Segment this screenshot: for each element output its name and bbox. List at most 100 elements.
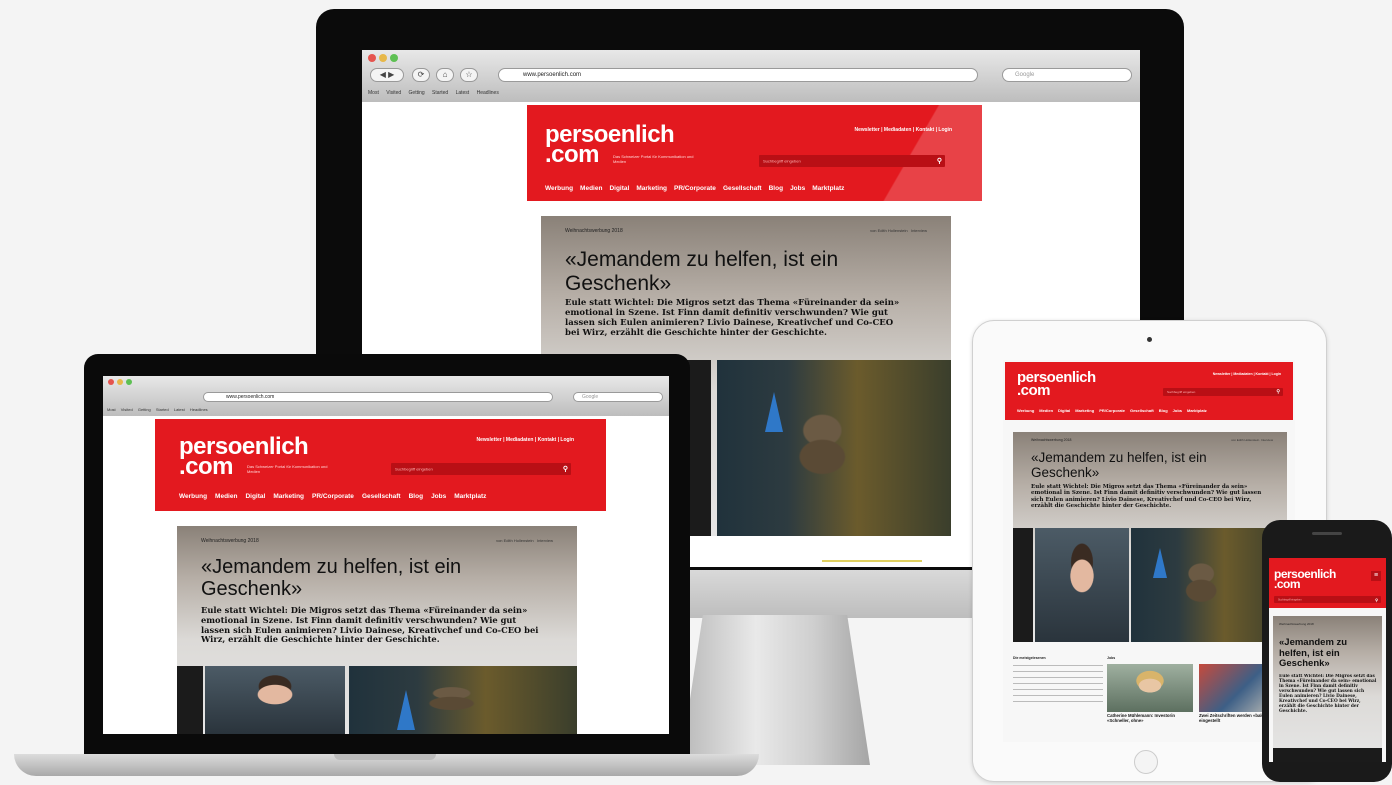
site-search-input[interactable]: Suchbegriff eingeben ⚲ xyxy=(1163,388,1283,396)
header-toplinks[interactable]: Newsletter | Mediadaten | Kontakt | Logi… xyxy=(854,127,952,133)
site-header: persoenlich .com ≡ Suchbegriff eingeben … xyxy=(1269,558,1386,608)
byline-author: von Edith Hollenstein xyxy=(496,538,534,543)
address-bar[interactable]: www.persoenlich.com xyxy=(498,68,978,82)
nav-item-marktplatz[interactable]: Marktplatz xyxy=(454,493,486,500)
minimize-icon[interactable] xyxy=(379,54,387,62)
minimize-icon[interactable] xyxy=(117,379,123,385)
article-headline[interactable]: «Jemandem zu helfen, ist ein Geschenk» xyxy=(1279,637,1374,670)
nav-item-digital[interactable]: Digital xyxy=(609,185,629,192)
site-logo[interactable]: persoenlich .com xyxy=(1017,370,1096,397)
site-search-input[interactable]: Suchbegriff eingeben ⚲ xyxy=(1274,596,1381,603)
macbook-notch xyxy=(334,754,436,760)
search-icon[interactable]: ⚲ xyxy=(563,465,568,473)
nav-item-blog[interactable]: Blog xyxy=(409,493,423,500)
nav-item-marketing[interactable]: Marketing xyxy=(273,493,304,500)
header-shade xyxy=(872,105,982,201)
nav-item-marktplatz[interactable]: Marktplatz xyxy=(812,185,844,192)
reload-button[interactable]: ⟳ xyxy=(412,68,430,82)
search-placeholder: Suchbegriff eingeben xyxy=(763,158,801,164)
address-bar[interactable]: www.persoenlich.com xyxy=(203,392,553,402)
site-search-input[interactable]: Suchbegriff eingeben ⚲ xyxy=(759,155,945,167)
site-tagline: Das Schweizer Portal für Kommunikation u… xyxy=(247,464,328,474)
article-headline[interactable]: «Jemandem zu helfen, ist ein Geschenk» xyxy=(201,556,521,601)
nav-item-werbung[interactable]: Werbung xyxy=(1017,408,1034,413)
close-icon[interactable] xyxy=(368,54,376,62)
site-search-input[interactable]: Suchbegriff eingeben ⚲ xyxy=(391,463,571,475)
home-button[interactable]: ⌂ xyxy=(436,68,454,82)
article-lead: Eule statt Wichtel: Die Migros setzt das… xyxy=(565,298,900,339)
header-toplinks[interactable]: Newsletter | Mediadaten | Kontakt | Logi… xyxy=(476,437,574,443)
nav-item-digital[interactable]: Digital xyxy=(245,493,265,500)
bookmark-latest-headlines[interactable]: Latest Headlines xyxy=(456,90,499,96)
teaser-photo-woman[interactable] xyxy=(1107,664,1193,712)
window-controls xyxy=(368,54,398,62)
bookmark-most-visited[interactable]: Most Visited xyxy=(107,407,133,412)
nav-item-jobs[interactable]: Jobs xyxy=(790,185,805,192)
bookmark-button[interactable]: ☆ xyxy=(460,68,478,82)
article-photo-owl xyxy=(717,360,951,536)
bookmark-getting-started[interactable]: Getting Started xyxy=(409,90,449,96)
nav-item-pr-corporate[interactable]: PR/Corporate xyxy=(674,185,716,192)
byline-tag: Interview xyxy=(1260,438,1273,442)
nav-item-gesellschaft[interactable]: Gesellschaft xyxy=(1130,408,1154,413)
site-header: persoenlich .com Das Schweizer Portal fü… xyxy=(155,419,606,511)
nav-item-gesellschaft[interactable]: Gesellschaft xyxy=(362,493,401,500)
list-divider xyxy=(1013,671,1103,672)
article-kicker: Weihnachtswerbung 2018 xyxy=(1279,622,1314,626)
nav-item-medien[interactable]: Medien xyxy=(580,185,602,192)
nav-item-gesellschaft[interactable]: Gesellschaft xyxy=(723,185,762,192)
window-controls xyxy=(108,379,132,385)
browser-search-input[interactable]: Google xyxy=(573,392,663,402)
jobs-list: Jobs xyxy=(1107,656,1201,660)
site-nav: Werbung Medien Digital Marketing PR/Corp… xyxy=(179,493,486,500)
teaser-title-1[interactable]: Catherine Mühlemann: Investorin «Schnell… xyxy=(1107,713,1195,724)
nav-item-blog[interactable]: Blog xyxy=(1159,408,1168,413)
nav-item-werbung[interactable]: Werbung xyxy=(179,493,207,500)
nav-item-marketing[interactable]: Marketing xyxy=(1075,408,1094,413)
imac-browser-toolbar: ◀ ▶ ⟳ ⌂ ☆ www.persoenlich.com Google Mos… xyxy=(362,50,1140,102)
article-headline[interactable]: «Jemandem zu helfen, ist ein Geschenk» xyxy=(565,248,885,295)
nav-item-jobs[interactable]: Jobs xyxy=(1173,408,1182,413)
nav-item-marketing[interactable]: Marketing xyxy=(636,185,667,192)
nav-item-pr-corporate[interactable]: PR/Corporate xyxy=(1099,408,1125,413)
header-toplinks[interactable]: Newsletter | Mediadaten | Kontakt | Logi… xyxy=(1213,372,1281,376)
site-header: persoenlich .com Das Schweizer Portal fü… xyxy=(527,105,982,201)
nav-item-werbung[interactable]: Werbung xyxy=(545,185,573,192)
search-icon[interactable]: ⚲ xyxy=(1375,597,1378,602)
iphone-speaker xyxy=(1312,532,1342,535)
back-button[interactable]: ◀ ▶ xyxy=(370,68,404,82)
bookmark-getting-started[interactable]: Getting Started xyxy=(138,407,169,412)
nav-item-digital[interactable]: Digital xyxy=(1058,408,1070,413)
browser-search-input[interactable]: Google xyxy=(1002,68,1132,82)
search-icon[interactable]: ⚲ xyxy=(1276,389,1280,395)
close-icon[interactable] xyxy=(108,379,114,385)
maximize-icon[interactable] xyxy=(126,379,132,385)
ipad-webpage: persoenlich .com Newsletter | Mediadaten… xyxy=(1003,360,1295,742)
search-icon[interactable]: ⚲ xyxy=(937,157,942,165)
site-logo[interactable]: persoenlich .com xyxy=(1274,568,1336,590)
nav-item-medien[interactable]: Medien xyxy=(1039,408,1053,413)
menu-icon[interactable]: ≡ xyxy=(1371,571,1381,581)
article-hero[interactable]: Weihnachtswerbung 2018 von Edith Hollens… xyxy=(177,526,577,734)
tree-decoration xyxy=(765,392,783,432)
nav-item-marktplatz[interactable]: Marktplatz xyxy=(1187,408,1207,413)
ipad-home-button xyxy=(1134,750,1158,774)
nav-item-blog[interactable]: Blog xyxy=(769,185,783,192)
bookmarks-bar: Most Visited Getting Started Latest Head… xyxy=(368,90,499,96)
nav-item-pr-corporate[interactable]: PR/Corporate xyxy=(312,493,354,500)
list-divider xyxy=(1013,677,1103,678)
nav-item-medien[interactable]: Medien xyxy=(215,493,237,500)
article-hero[interactable]: Weihnachtswerbung 2018 von Edith Hollens… xyxy=(1013,432,1287,642)
maximize-icon[interactable] xyxy=(390,54,398,62)
article-hero[interactable]: Weihnachtswerbung 2018 «Jemandem zu helf… xyxy=(1273,616,1382,762)
site-header: persoenlich .com Newsletter | Mediadaten… xyxy=(1005,362,1293,420)
byline-tag: Interview xyxy=(910,228,927,233)
bookmark-most-visited[interactable]: Most Visited xyxy=(368,90,401,96)
article-photo-left xyxy=(1273,748,1382,762)
article-headline[interactable]: «Jemandem zu helfen, ist ein Geschenk» xyxy=(1031,450,1241,480)
byline-author: von Edith Hollenstein xyxy=(870,228,908,233)
bookmark-latest-headlines[interactable]: Latest Headlines xyxy=(174,407,208,412)
site-nav: Werbung Medien Digital Marketing PR/Corp… xyxy=(1017,408,1207,413)
nav-item-jobs[interactable]: Jobs xyxy=(431,493,446,500)
imac-stand xyxy=(680,615,870,765)
